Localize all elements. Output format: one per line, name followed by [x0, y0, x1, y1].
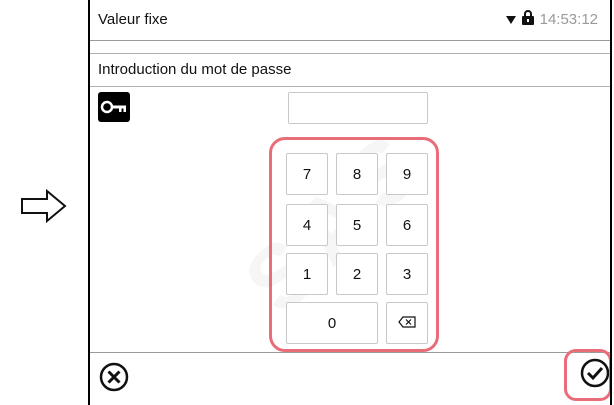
lock-icon [521, 10, 534, 29]
key-icon [98, 92, 130, 122]
key-3-button[interactable]: 3 [386, 253, 428, 295]
confirm-button[interactable] [579, 357, 610, 389]
divider [90, 352, 610, 353]
status-bar: Valeur fixe 14:53:12 [90, 0, 610, 41]
cancel-button[interactable] [98, 361, 130, 393]
clock-time: 14:53:12 [539, 11, 598, 28]
cancel-icon [98, 362, 130, 397]
key-4-button[interactable]: 4 [286, 204, 328, 246]
key-5-button[interactable]: 5 [336, 204, 378, 246]
backspace-button[interactable] [386, 302, 428, 344]
dialog-header: Introduction du mot de passe [90, 53, 610, 87]
password-field[interactable] [288, 92, 428, 124]
key-7-button[interactable]: 7 [286, 153, 328, 195]
key-2-button[interactable]: 2 [336, 253, 378, 295]
key-0-button[interactable]: 0 [286, 302, 378, 344]
dropdown-icon[interactable] [505, 11, 516, 28]
key-6-button[interactable]: 6 [386, 204, 428, 246]
backspace-icon [398, 315, 416, 332]
key-9-button[interactable]: 9 [386, 153, 428, 195]
status-right: 14:53:12 [505, 10, 598, 29]
key-8-button[interactable]: 8 [336, 153, 378, 195]
key-1-button[interactable]: 1 [286, 253, 328, 295]
dialog-title: Introduction du mot de passe [98, 61, 292, 78]
controller-screen: SAS Valeur fixe 14:53:12 Introduction du… [88, 0, 612, 405]
right-arrow-icon [20, 188, 68, 224]
confirm-icon [579, 358, 610, 393]
page-title: Valeur fixe [98, 11, 168, 28]
